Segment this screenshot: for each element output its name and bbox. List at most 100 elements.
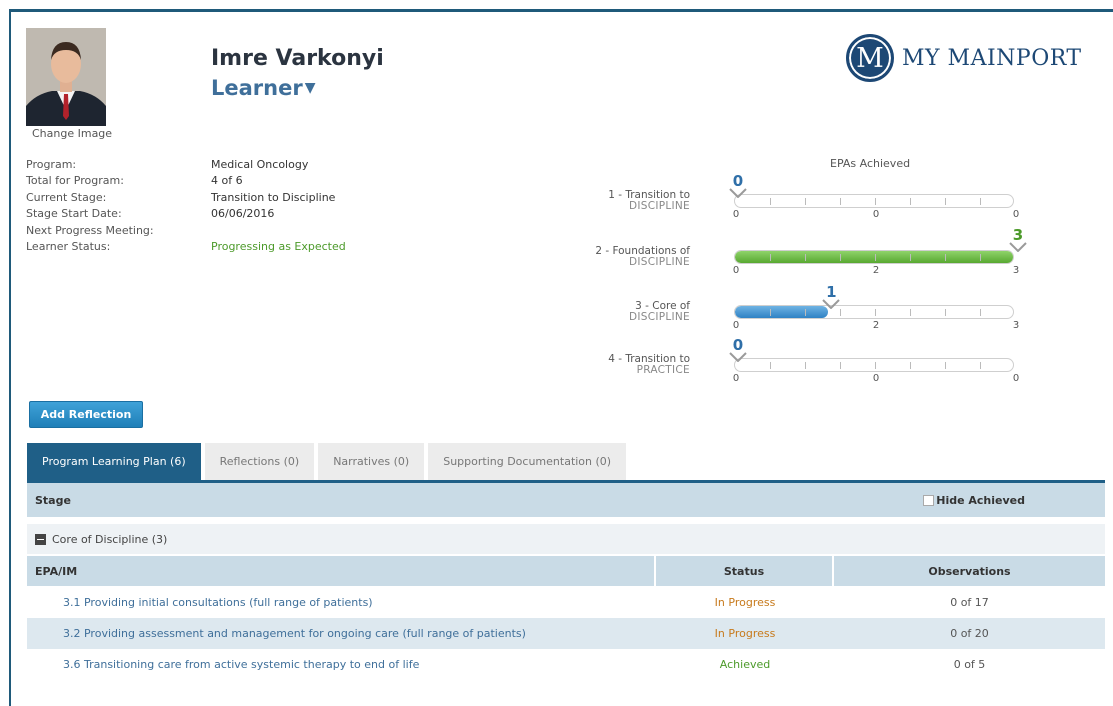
observations-count: 0 of 5 bbox=[953, 658, 986, 671]
epa-value-marker: 0 bbox=[729, 338, 747, 362]
table-row: 3.6 Transitioning care from active syste… bbox=[27, 649, 1105, 680]
epa-scale-label: 2 bbox=[872, 320, 880, 331]
epa-tick bbox=[840, 362, 841, 369]
role-dropdown[interactable]: Learner ▼ bbox=[211, 76, 315, 100]
tab-supporting[interactable]: Supporting Documentation (0) bbox=[428, 443, 627, 480]
epa-progress-track bbox=[734, 305, 1014, 319]
epa-scale-label: 3 bbox=[1012, 265, 1020, 276]
add-reflection-button[interactable]: Add Reflection bbox=[29, 401, 143, 428]
info-value: Progressing as Expected bbox=[211, 240, 346, 254]
epa-scale-label: 0 bbox=[732, 209, 740, 220]
table-row: 3.1 Providing initial consultations (ful… bbox=[27, 587, 1105, 618]
col-epa: EPA/IM bbox=[27, 556, 654, 586]
epa-tick bbox=[840, 309, 841, 316]
info-label: Current Stage: bbox=[26, 190, 107, 204]
epa-tick bbox=[875, 254, 876, 261]
epa-value: 3 bbox=[1012, 226, 1024, 244]
info-label: Total for Program: bbox=[26, 174, 124, 188]
epa-scale-label: 0 bbox=[732, 265, 740, 276]
program-info: Program: Medical Oncology Total for Progra… bbox=[26, 157, 346, 255]
epa-value-marker: 1 bbox=[822, 283, 841, 309]
epa-tick bbox=[945, 254, 946, 261]
info-label: Learner Status: bbox=[26, 240, 111, 254]
epa-tick bbox=[910, 254, 911, 261]
epa-value: 0 bbox=[732, 336, 744, 354]
group-row-core[interactable]: Core of Discipline (3) bbox=[27, 524, 1105, 554]
stage-header: Stage Hide Achieved bbox=[27, 483, 1105, 517]
epa-tick bbox=[875, 309, 876, 316]
epa-table-body: 3.1 Providing initial consultations (ful… bbox=[27, 587, 1105, 680]
epa-tick bbox=[805, 309, 806, 316]
epa-scale-label: 0 bbox=[872, 373, 880, 384]
epa-value: 1 bbox=[826, 283, 837, 301]
change-image-link[interactable]: Change Image bbox=[32, 127, 112, 140]
stage-header-label: Stage bbox=[35, 493, 71, 507]
hide-achieved-toggle[interactable]: Hide Achieved bbox=[923, 494, 1025, 507]
observations-count: 0 of 17 bbox=[950, 596, 989, 609]
epa-scale-label: 0 bbox=[1012, 373, 1020, 384]
epa-stage-row: 4 - Transition to PRACTICE 0 0 0 0 bbox=[560, 338, 1030, 386]
epa-tick bbox=[875, 198, 876, 205]
status-text: In Progress bbox=[714, 596, 776, 609]
epa-tick bbox=[980, 362, 981, 369]
epa-value-marker: 3 bbox=[1009, 228, 1027, 252]
epa-link[interactable]: 3.6 Transitioning care from active syste… bbox=[27, 658, 656, 671]
info-label: Program: bbox=[26, 158, 77, 171]
epa-scale-label: 0 bbox=[1012, 209, 1020, 220]
info-row: Next Progress Meeting: bbox=[26, 223, 346, 239]
info-row: Total for Program: 4 of 6 bbox=[26, 173, 346, 189]
epa-scale-label: 0 bbox=[872, 209, 880, 220]
epa-stage-label: 4 - Transition to PRACTICE bbox=[608, 354, 690, 376]
epa-progress-track bbox=[734, 358, 1014, 372]
epa-tick bbox=[840, 198, 841, 205]
epa-stage-row: 2 - Foundations of DISCIPLINE 0 2 3 3 bbox=[560, 228, 1030, 278]
epa-progress-track bbox=[734, 194, 1014, 208]
epa-stage-label: 2 - Foundations of DISCIPLINE bbox=[595, 246, 690, 268]
status-text: In Progress bbox=[714, 627, 776, 640]
epa-scale-label: 0 bbox=[732, 373, 740, 384]
epa-progress-fill bbox=[735, 306, 829, 318]
epa-link[interactable]: 3.1 Providing initial consultations (ful… bbox=[27, 596, 656, 609]
epa-progress-track bbox=[734, 250, 1014, 264]
epa-tick bbox=[980, 254, 981, 261]
observations-count: 0 of 20 bbox=[950, 627, 989, 640]
caret-down-icon: ▼ bbox=[304, 80, 316, 96]
profile-photo bbox=[26, 28, 106, 126]
hide-achieved-label: Hide Achieved bbox=[936, 493, 1025, 507]
info-row: Stage Start Date: 06/06/2016 bbox=[26, 206, 346, 222]
epa-value: 0 bbox=[732, 172, 744, 190]
logo-text: MY MAINPORT bbox=[902, 45, 1082, 71]
epa-tick bbox=[945, 198, 946, 205]
tab-bar: Program Learning Plan (6) Reflections (0)… bbox=[27, 443, 630, 480]
epa-stage-row: 3 - Core of DISCIPLINE 0 2 3 1 bbox=[560, 285, 1030, 333]
epa-stage-sub: DISCIPLINE bbox=[628, 200, 690, 212]
tab-program[interactable]: Program Learning Plan (6) bbox=[27, 443, 201, 480]
epa-tick bbox=[840, 254, 841, 261]
info-value: Medical Oncology bbox=[211, 158, 309, 171]
epa-link[interactable]: 3.2 Providing assessment and management … bbox=[27, 627, 656, 640]
info-value: 06/06/2016 bbox=[211, 207, 275, 221]
epa-tick bbox=[910, 309, 911, 316]
epa-tick bbox=[770, 254, 771, 261]
epa-tick bbox=[770, 362, 771, 369]
collapse-icon[interactable] bbox=[35, 533, 46, 545]
hide-achieved-checkbox[interactable] bbox=[923, 494, 935, 506]
epa-tick bbox=[875, 362, 876, 369]
tab-reflections[interactable]: Reflections (0) bbox=[204, 443, 315, 480]
group-label: Core of Discipline (3) bbox=[52, 532, 168, 546]
info-value: Transition to Discipline bbox=[211, 190, 336, 204]
epa-value-marker: 0 bbox=[729, 174, 747, 198]
epa-tick bbox=[770, 198, 771, 205]
epas-title: EPAs Achieved bbox=[830, 157, 911, 170]
epa-stage-label: 1 - Transition to DISCIPLINE bbox=[608, 190, 690, 212]
epa-stage-sub: DISCIPLINE bbox=[628, 311, 690, 323]
epa-tick bbox=[980, 309, 981, 316]
tab-narratives[interactable]: Narratives (0) bbox=[318, 443, 425, 480]
epa-stage-sub: DISCIPLINE bbox=[628, 256, 690, 268]
info-row: Current Stage: Transition to Discipline bbox=[26, 190, 346, 206]
status-text: Achieved bbox=[719, 658, 771, 671]
epa-tick bbox=[805, 362, 806, 369]
info-row: Program: Medical Oncology bbox=[26, 157, 346, 173]
info-label: Next Progress Meeting: bbox=[26, 223, 154, 237]
epa-stage-row: 1 - Transition to DISCIPLINE 0 0 0 0 bbox=[560, 174, 1030, 222]
